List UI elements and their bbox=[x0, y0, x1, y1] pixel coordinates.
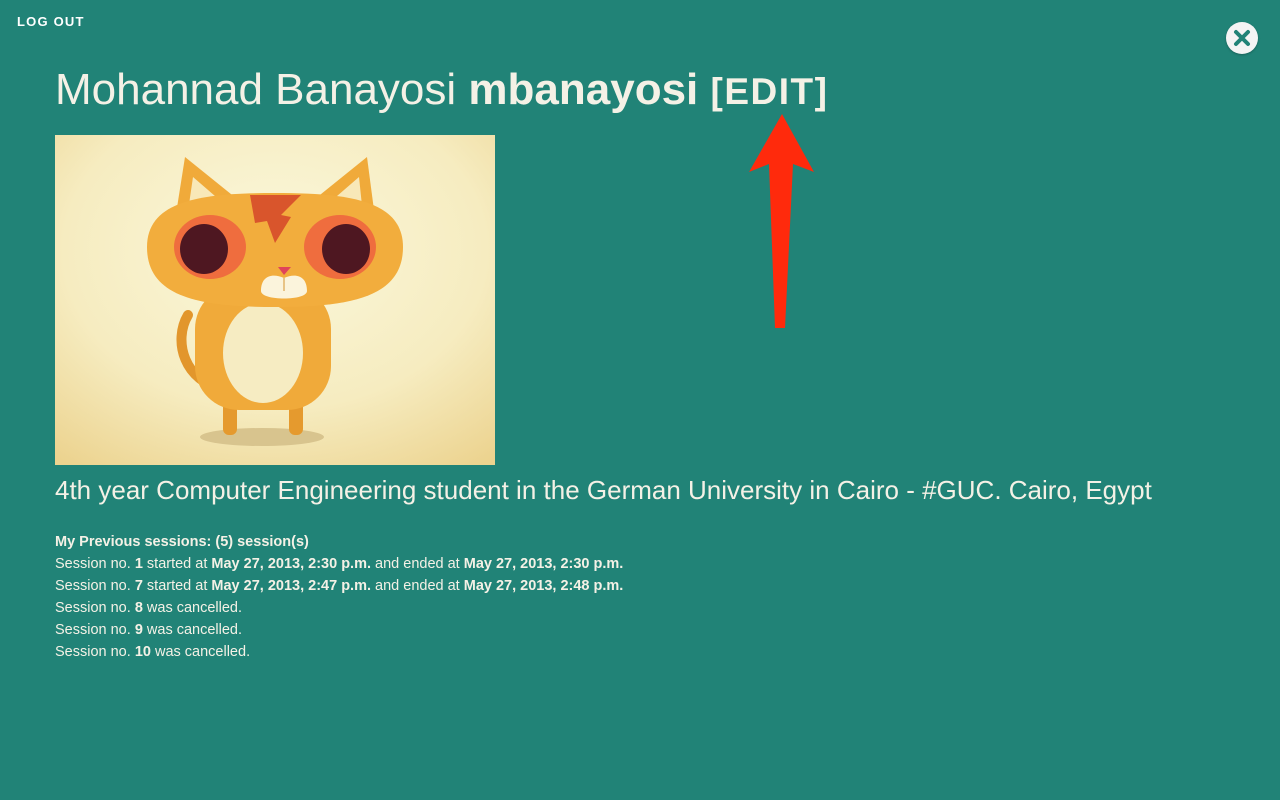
previous-sessions: My Previous sessions: (5) session(s) Ses… bbox=[55, 531, 623, 663]
session-prefix: Session no. bbox=[55, 644, 131, 660]
session-number: 7 bbox=[134, 578, 143, 594]
logout-link[interactable]: LOG OUT bbox=[17, 14, 85, 29]
edit-profile-link[interactable]: [EDIT] bbox=[711, 71, 829, 112]
cat-avatar bbox=[55, 135, 495, 465]
started-text: started at bbox=[146, 556, 208, 572]
session-number: 1 bbox=[134, 556, 143, 572]
red-arrow-icon bbox=[749, 114, 814, 328]
session-prefix: Session no. bbox=[55, 600, 131, 616]
full-name: Mohannad Banayosi bbox=[55, 65, 457, 114]
cancelled-text: was cancelled. bbox=[146, 600, 243, 616]
started-text: started at bbox=[146, 578, 208, 594]
session-prefix: Session no. bbox=[55, 578, 131, 594]
sessions-title: My Previous sessions: (5) session(s) bbox=[55, 534, 309, 550]
close-icon bbox=[1234, 30, 1250, 46]
session-row: Session no. 1 started at May 27, 2013, 2… bbox=[55, 553, 623, 575]
session-number: 8 bbox=[134, 600, 143, 616]
cancelled-text: was cancelled. bbox=[154, 644, 251, 660]
session-prefix: Session no. bbox=[55, 622, 131, 638]
session-row: Session no. 7 started at May 27, 2013, 2… bbox=[55, 575, 623, 597]
session-row: Session no. 10 was cancelled. bbox=[55, 641, 623, 663]
session-row: Session no. 9 was cancelled. bbox=[55, 619, 623, 641]
session-row: Session no. 8 was cancelled. bbox=[55, 597, 623, 619]
ended-text: and ended at bbox=[375, 556, 460, 572]
close-button[interactable] bbox=[1226, 22, 1258, 54]
session-number: 9 bbox=[134, 622, 143, 638]
session-prefix: Session no. bbox=[55, 556, 131, 572]
profile-page: LOG OUT Mohannad Banayosi mbanayosi [EDI… bbox=[0, 0, 1280, 800]
profile-bio: 4th year Computer Engineering student in… bbox=[55, 475, 1152, 505]
cancelled-text: was cancelled. bbox=[146, 622, 243, 638]
session-start: May 27, 2013, 2:47 p.m. bbox=[211, 578, 371, 594]
ended-text: and ended at bbox=[375, 578, 460, 594]
session-end: May 27, 2013, 2:48 p.m. bbox=[463, 578, 624, 594]
profile-header: Mohannad Banayosi mbanayosi [EDIT] bbox=[55, 62, 828, 120]
username: mbanayosi bbox=[468, 65, 699, 114]
session-start: May 27, 2013, 2:30 p.m. bbox=[211, 556, 371, 572]
session-end: May 27, 2013, 2:30 p.m. bbox=[463, 556, 624, 572]
session-number: 10 bbox=[134, 644, 151, 660]
